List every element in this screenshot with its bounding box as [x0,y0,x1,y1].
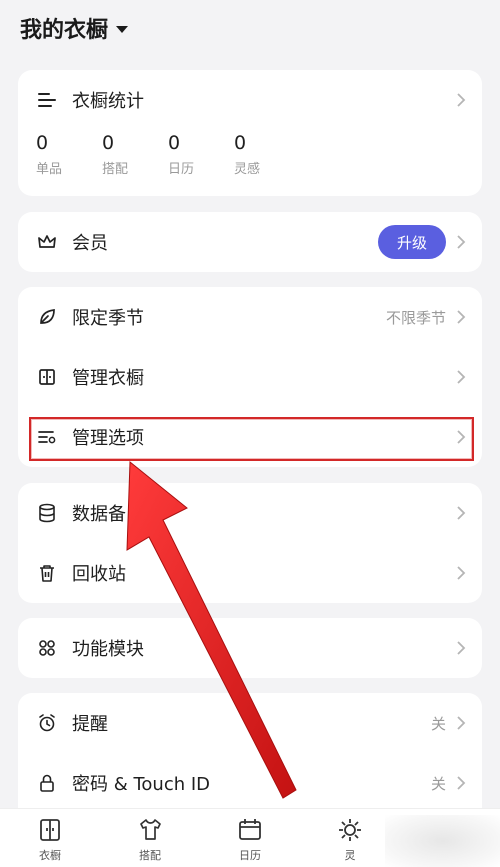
stats-grid: 0 单品 0 搭配 0 日历 0 灵感 [36,130,300,177]
stat-value: 0 [36,132,49,154]
season-limit-label: 限定季节 [72,308,144,329]
outfit-icon [140,819,161,840]
member-label: 会员 [72,233,108,254]
stat-calendar[interactable]: 0 日历 [168,130,234,177]
chevron-right-icon [457,566,466,580]
tab-wardrobe[interactable]: 衣橱 [0,809,100,867]
lock-icon [36,772,58,794]
chevron-right-icon [457,370,466,384]
reminder-row[interactable]: 提醒 关 [18,693,482,753]
chevron-right-icon [457,93,466,107]
password-touchid-row[interactable]: 密码 & Touch ID 关 [18,753,482,813]
chevron-right-icon [457,310,466,324]
stat-label: 日历 [168,162,195,177]
annotation-highlight-box [29,417,474,461]
modules-grid-icon [36,637,58,659]
wardrobe-icon [40,819,60,841]
stat-inspiration[interactable]: 0 灵感 [234,130,300,177]
tab-calendar[interactable]: 日历 [200,809,300,867]
stat-value: 0 [234,132,247,154]
trash-icon [36,562,58,584]
wardrobe-stats-row[interactable]: 衣橱统计 [18,70,482,130]
manage-wardrobe-label: 管理衣橱 [72,368,144,389]
crown-icon [36,231,58,253]
reminder-value: 关 [430,714,446,733]
database-icon [36,502,58,524]
stat-outfits[interactable]: 0 搭配 [102,130,168,177]
data-backup-label: 数据备 [72,504,126,525]
stat-value: 0 [168,132,181,154]
tab-label: 衣橱 [39,849,61,862]
chevron-right-icon [457,641,466,655]
stats-card: 衣橱统计 0 单品 0 搭配 0 日历 0 灵感 [18,70,482,196]
member-card: 会员 升级 [18,212,482,272]
season-limit-row[interactable]: 限定季节 不限季节 [18,287,482,347]
wardrobe-icon [36,366,58,388]
alarm-clock-icon [36,712,58,734]
data-backup-row[interactable]: 数据备 [18,483,482,543]
page-title: 我的衣橱 [20,18,109,43]
manage-wardrobe-row[interactable]: 管理衣橱 [18,347,482,407]
chevron-right-icon [457,776,466,790]
leaf-icon [36,306,58,328]
chevron-right-icon [457,235,466,249]
recycle-bin-row[interactable]: 回收站 [18,543,482,603]
wardrobe-stats-label: 衣橱统计 [72,91,144,112]
stat-label: 搭配 [102,162,129,177]
stat-items[interactable]: 0 单品 [36,130,102,177]
reminder-label: 提醒 [72,714,108,735]
password-touchid-value: 关 [430,774,446,793]
caret-down-icon [116,25,129,33]
watermark-blur [385,815,500,867]
stat-label: 灵感 [234,162,261,177]
upgrade-button[interactable]: 升级 [378,225,446,259]
chevron-right-icon [457,506,466,520]
chevron-right-icon [457,716,466,730]
password-touchid-label: 密码 & Touch ID [72,774,211,795]
settings-group-2: 数据备 回收站 [18,483,482,603]
tab-label: 搭配 [139,849,161,862]
tab-outfit[interactable]: 搭配 [100,809,200,867]
tab-label: 日历 [239,849,261,862]
stat-label: 单品 [36,162,63,177]
modules-card: 功能模块 [18,618,482,678]
wardrobe-switcher[interactable]: 我的衣橱 [20,10,129,46]
member-row[interactable]: 会员 升级 [18,212,482,272]
tab-label: 灵 [344,849,356,862]
settings-group-3: 提醒 关 密码 & Touch ID 关 [18,693,482,823]
inspiration-icon [339,819,361,841]
stats-list-icon [36,89,58,111]
feature-modules-row[interactable]: 功能模块 [18,618,482,678]
recycle-bin-label: 回收站 [72,564,126,585]
season-limit-value: 不限季节 [385,308,446,327]
calendar-icon [239,819,261,840]
feature-modules-label: 功能模块 [72,639,144,660]
stat-value: 0 [102,132,115,154]
